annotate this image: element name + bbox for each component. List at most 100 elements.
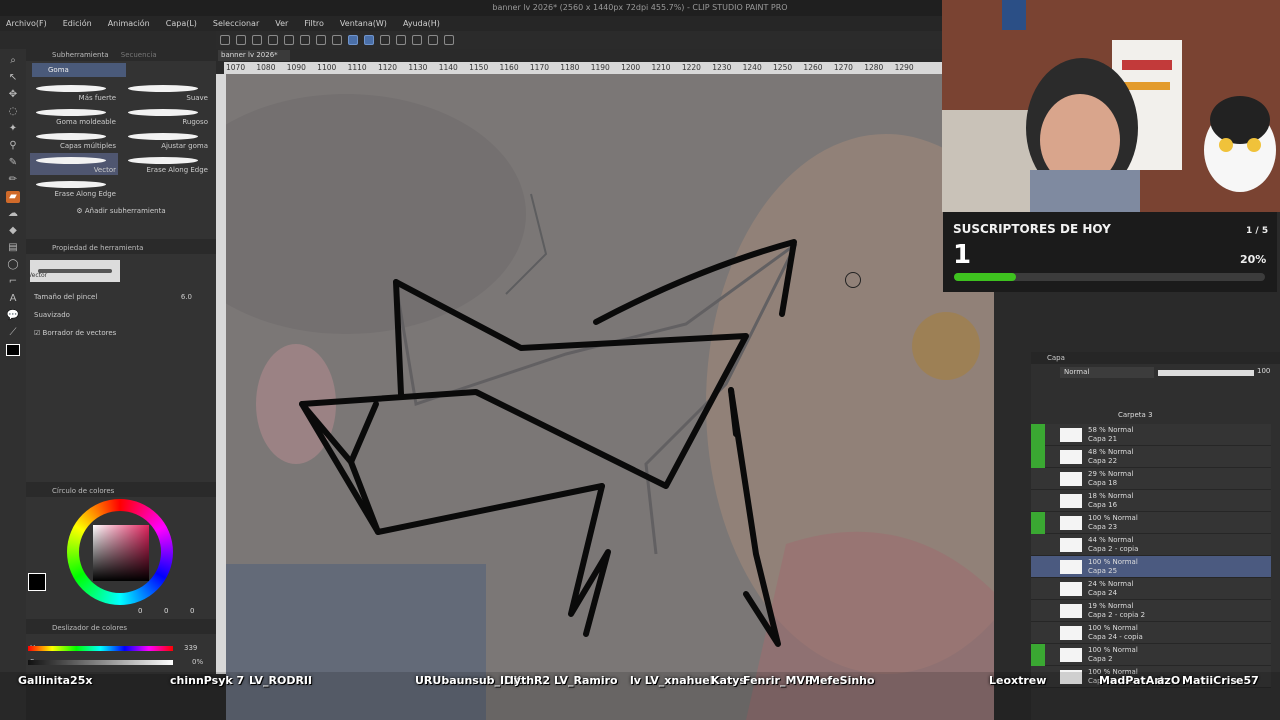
undo-icon[interactable] xyxy=(268,35,278,45)
subs-ratio: 1 / 5 xyxy=(1246,226,1269,236)
hue-slider[interactable] xyxy=(28,646,173,651)
brush-suave[interactable]: Suave xyxy=(122,81,210,103)
save-icon[interactable] xyxy=(252,35,262,45)
layer-mode: 100 % Normal xyxy=(1088,558,1138,566)
auto-select-icon[interactable]: ✦ xyxy=(6,123,20,135)
eye-icon[interactable] xyxy=(1031,490,1045,512)
fill-tool-icon[interactable]: ◆ xyxy=(6,225,20,237)
eye-icon[interactable] xyxy=(1031,446,1045,468)
redo-icon[interactable] xyxy=(284,35,294,45)
webcam-overlay xyxy=(942,0,1280,212)
brush-size-value[interactable]: 6.0 xyxy=(181,288,192,306)
layer-row[interactable]: 100 % Normal Capa 2 xyxy=(1031,644,1271,666)
smoothing-row[interactable]: Suavizado xyxy=(26,306,216,324)
zoom-tool-icon[interactable]: ⌕ xyxy=(6,55,20,67)
brush-capas-multiples[interactable]: Capas múltiples xyxy=(30,129,118,151)
menu-ventana[interactable]: Ventana(W) xyxy=(340,19,387,28)
pencil-tool-icon[interactable]: ✏ xyxy=(6,174,20,186)
brush-vector[interactable]: Vector xyxy=(30,153,118,175)
selection-tool-icon[interactable]: ◌ xyxy=(6,106,20,118)
eye-icon[interactable] xyxy=(1031,556,1045,578)
menu-animacion[interactable]: Animación xyxy=(108,19,150,28)
eye-icon[interactable] xyxy=(1031,578,1045,600)
eye-icon[interactable] xyxy=(1031,644,1045,666)
layer-row[interactable]: 58 % Normal Capa 21 xyxy=(1031,424,1271,446)
layer-panel-title[interactable]: Capa xyxy=(1031,352,1280,364)
folder-label[interactable]: Carpeta 3 xyxy=(1118,411,1153,419)
sequence-tab-label[interactable]: Secuencia xyxy=(121,51,157,59)
drawing-canvas[interactable] xyxy=(226,74,996,720)
menu-capa[interactable]: Capa(L) xyxy=(166,19,197,28)
snap-special-icon[interactable] xyxy=(364,35,374,45)
rotate-icon[interactable] xyxy=(428,35,438,45)
brush-ajustar-goma[interactable]: Ajustar goma xyxy=(122,129,210,151)
opacity-slider[interactable] xyxy=(1158,370,1254,376)
brush-mas-fuerte[interactable]: Más fuerte xyxy=(30,81,118,103)
vector-eraser-row[interactable]: ☑ Borrador de vectores xyxy=(26,324,216,342)
pen-icon[interactable] xyxy=(380,35,390,45)
balloon-tool-icon[interactable]: 💬 xyxy=(6,310,20,322)
menu-ver[interactable]: Ver xyxy=(275,19,288,28)
ruler-tool-icon[interactable]: ⌐ xyxy=(6,276,20,288)
correct-line-icon[interactable]: ⟋ xyxy=(6,327,20,339)
eraser-tool-icon[interactable]: ▰ xyxy=(6,191,20,203)
layer-row[interactable]: 18 % Normal Capa 16 xyxy=(1031,490,1271,512)
blend-mode-select[interactable]: Normal xyxy=(1060,367,1154,378)
menu-ayuda[interactable]: Ayuda(H) xyxy=(403,19,440,28)
brush-erase-along-edge[interactable]: Erase Along Edge xyxy=(122,153,210,175)
layer-row[interactable]: 44 % Normal Capa 2 - copia xyxy=(1031,534,1271,556)
new-file-icon[interactable] xyxy=(220,35,230,45)
eyedropper-icon[interactable]: ⚲ xyxy=(6,140,20,152)
layer-thumbnail xyxy=(1060,626,1082,640)
main-color-chip[interactable] xyxy=(28,573,46,591)
saturation-square[interactable] xyxy=(93,525,149,581)
layer-mode: 29 % Normal xyxy=(1088,470,1134,478)
crop-icon[interactable] xyxy=(396,35,406,45)
move-tool-icon[interactable]: ✥ xyxy=(6,89,20,101)
saturation-slider[interactable] xyxy=(28,660,173,665)
subtool-group-goma[interactable]: Goma xyxy=(32,63,126,77)
layer-row[interactable]: 100 % Normal Capa 25 xyxy=(1031,556,1271,578)
main-color-swatch[interactable] xyxy=(6,344,20,356)
document-tab[interactable]: banner lv 2026* xyxy=(218,50,290,61)
grid-icon[interactable] xyxy=(444,35,454,45)
clear-icon[interactable] xyxy=(316,35,326,45)
eye-icon[interactable] xyxy=(1031,424,1045,446)
flip-icon[interactable] xyxy=(412,35,422,45)
transform-icon[interactable] xyxy=(332,35,342,45)
menu-filtro[interactable]: Filtro xyxy=(304,19,324,28)
operation-tool-icon[interactable]: ↖ xyxy=(6,72,20,84)
opacity-value[interactable]: 100 xyxy=(1257,367,1270,375)
color-slider-title: Deslizador de colores xyxy=(26,622,216,634)
subtool-tab[interactable]: Subherramienta Secuencia xyxy=(26,49,216,61)
layer-row[interactable]: 48 % Normal Capa 22 xyxy=(1031,446,1271,468)
layer-row[interactable]: 29 % Normal Capa 18 xyxy=(1031,468,1271,490)
text-tool-icon[interactable]: A xyxy=(6,293,20,305)
menu-seleccionar[interactable]: Seleccionar xyxy=(213,19,259,28)
layer-row[interactable]: 19 % Normal Capa 2 - copia 2 xyxy=(1031,600,1271,622)
brush-size-row[interactable]: Tamaño del pincel 6.0 xyxy=(26,288,216,306)
blend-tool-icon[interactable]: ☁ xyxy=(6,208,20,220)
pen-tool-icon[interactable]: ✎ xyxy=(6,157,20,169)
menu-archivo[interactable]: Archivo(F) xyxy=(6,19,47,28)
open-icon[interactable] xyxy=(236,35,246,45)
layer-row[interactable]: 100 % Normal Capa 23 xyxy=(1031,512,1271,534)
brush-erase-along-edge-2[interactable]: Erase Along Edge xyxy=(30,177,118,199)
snap-ruler-icon[interactable] xyxy=(348,35,358,45)
settings-icon[interactable] xyxy=(300,35,310,45)
layer-mode: 44 % Normal xyxy=(1088,536,1134,544)
eye-icon[interactable] xyxy=(1031,534,1045,556)
eye-icon[interactable] xyxy=(1031,600,1045,622)
eye-icon[interactable] xyxy=(1031,468,1045,490)
layer-row[interactable]: 100 % Normal Capa 24 - copia xyxy=(1031,622,1271,644)
gradient-tool-icon[interactable]: ▤ xyxy=(6,242,20,254)
menu-edicion[interactable]: Edición xyxy=(63,19,92,28)
add-subtool-button[interactable]: ⚙ Añadir subherramienta xyxy=(26,207,216,215)
brush-goma-moldeable[interactable]: Goma moldeable xyxy=(30,105,118,127)
figure-tool-icon[interactable]: ◯ xyxy=(6,259,20,271)
layer-row[interactable]: 24 % Normal Capa 24 xyxy=(1031,578,1271,600)
eye-icon[interactable] xyxy=(1031,622,1045,644)
eye-icon[interactable] xyxy=(1031,512,1045,534)
checkbox-icon[interactable]: ☑ xyxy=(34,329,43,337)
brush-rugoso[interactable]: Rugoso xyxy=(122,105,210,127)
